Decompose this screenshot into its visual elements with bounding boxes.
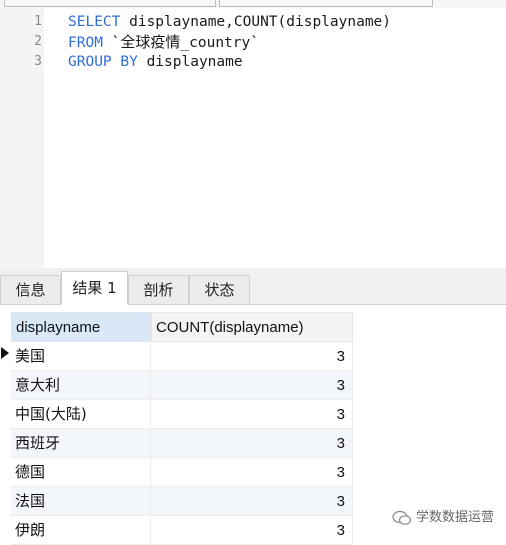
wechat-icon bbox=[392, 510, 412, 525]
cell-count[interactable]: 3 bbox=[151, 516, 353, 545]
query-tab-right[interactable] bbox=[219, 0, 433, 7]
table-row[interactable]: 法国 3 bbox=[11, 487, 353, 516]
tab-profile[interactable]: 剖析 bbox=[128, 275, 189, 304]
code-text: FROM `全球疫情_country` bbox=[68, 32, 259, 53]
cell-displayname[interactable]: 西班牙 bbox=[11, 429, 151, 458]
code-token: displayname bbox=[137, 54, 243, 70]
cell-count[interactable]: 3 bbox=[151, 429, 353, 458]
table-row[interactable]: 中国(大陆) 3 bbox=[11, 400, 353, 429]
cell-displayname[interactable]: 德国 bbox=[11, 458, 151, 487]
cell-displayname[interactable]: 意大利 bbox=[11, 371, 151, 400]
result-grid[interactable]: displayname COUNT(displayname) 美国 3 意大利 3 中国… bbox=[0, 305, 506, 545]
sql-keyword: GROUP BY bbox=[68, 54, 138, 70]
code-text: SELECT displayname,COUNT(displayname) bbox=[68, 12, 391, 32]
cell-count[interactable]: 3 bbox=[151, 342, 353, 371]
cell-count[interactable]: 3 bbox=[151, 400, 353, 429]
table-row[interactable]: 伊朗 3 bbox=[11, 516, 353, 545]
table-row[interactable]: 美国 3 bbox=[11, 342, 353, 371]
table-name-text: 全球疫情 bbox=[120, 33, 181, 51]
cell-displayname[interactable]: 伊朗 bbox=[11, 516, 151, 545]
cell-displayname[interactable]: 中国(大陆) bbox=[11, 400, 151, 429]
line-number: 3 bbox=[34, 54, 42, 69]
line-number: 2 bbox=[34, 34, 42, 49]
code-line[interactable]: 3 GROUP BY displayname bbox=[0, 52, 506, 72]
tab-result-1[interactable]: 结果 1 bbox=[61, 271, 128, 305]
column-header-displayname[interactable]: displayname bbox=[11, 312, 151, 342]
sql-keyword: FROM bbox=[68, 35, 103, 51]
sql-editor[interactable]: 1 SELECT displayname,COUNT(displayname) 2 F… bbox=[0, 8, 506, 268]
current-row-indicator-icon bbox=[1, 347, 9, 359]
code-text: GROUP BY displayname bbox=[68, 52, 243, 72]
cell-displayname[interactable]: 法国 bbox=[11, 487, 151, 516]
table-row[interactable]: 德国 3 bbox=[11, 458, 353, 487]
table-row[interactable]: 意大利 3 bbox=[11, 371, 353, 400]
code-line[interactable]: 1 SELECT displayname,COUNT(displayname) bbox=[0, 12, 506, 32]
top-tab-strip bbox=[0, 0, 506, 8]
watermark-text: 学数数据运营 bbox=[416, 510, 495, 525]
watermark: 学数数据运营 bbox=[392, 507, 494, 529]
sql-keyword: SELECT bbox=[68, 14, 121, 30]
cell-count[interactable]: 3 bbox=[151, 458, 353, 487]
result-tab-bar: 信息 结果 1 剖析 状态 bbox=[0, 268, 506, 305]
table-row[interactable]: 西班牙 3 bbox=[11, 429, 353, 458]
cell-count[interactable]: 3 bbox=[151, 371, 353, 400]
query-tab-left[interactable] bbox=[4, 0, 216, 7]
code-token: ` bbox=[102, 35, 121, 51]
code-token: displayname,COUNT(displayname) bbox=[120, 14, 392, 30]
line-number: 1 bbox=[34, 14, 42, 29]
code-line[interactable]: 2 FROM `全球疫情_country` bbox=[0, 32, 506, 52]
cell-count[interactable]: 3 bbox=[151, 487, 353, 516]
tab-status[interactable]: 状态 bbox=[189, 275, 250, 304]
code-token: _country` bbox=[180, 35, 259, 51]
column-header-count[interactable]: COUNT(displayname) bbox=[151, 312, 353, 342]
cell-displayname[interactable]: 美国 bbox=[11, 342, 151, 371]
tab-info[interactable]: 信息 bbox=[0, 275, 61, 304]
